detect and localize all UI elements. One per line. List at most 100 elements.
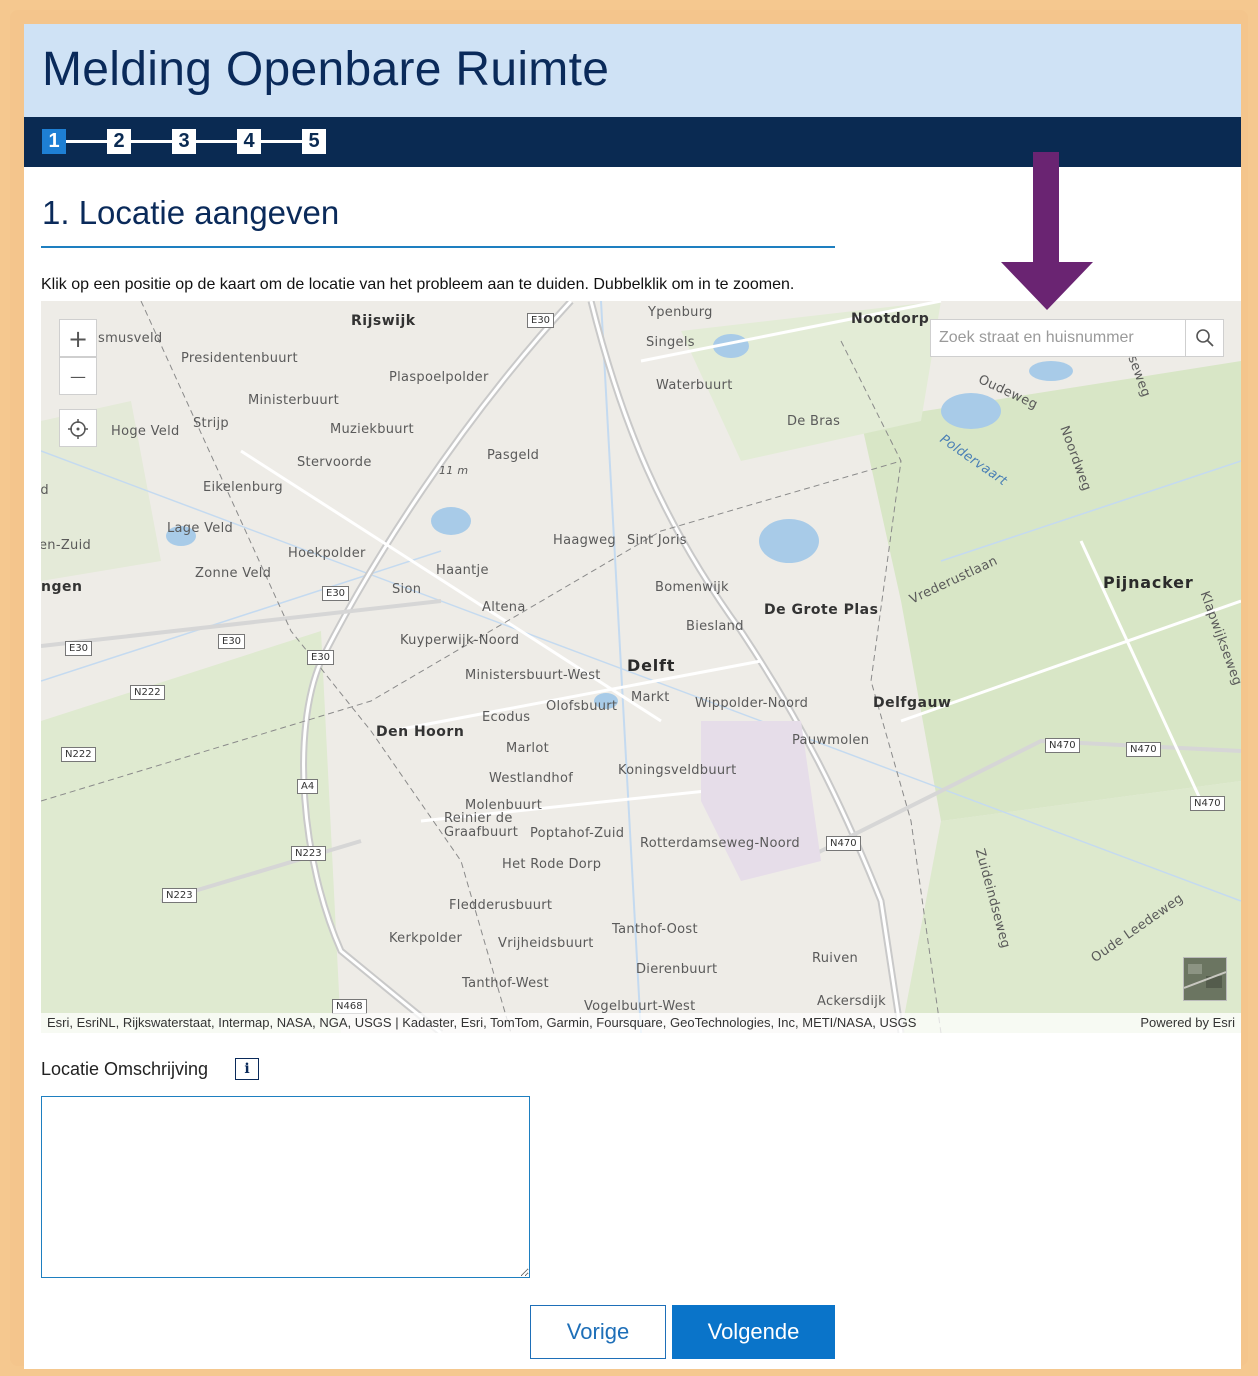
place-label: Pijnacker [1103,573,1194,592]
step-connector [196,140,238,143]
place-label: Haantje [436,563,489,578]
place-label: Reinier de [444,811,513,826]
page: Melding Openbare Ruimte 1 2 3 4 5 1. Loc… [24,24,1241,1369]
section-title: 1. Locatie aangeven [42,194,340,231]
place-label: Wippolder-Noord [695,696,809,711]
road-shield: N222 [130,685,165,700]
place-label: Delfgauw [873,695,952,711]
place-label: Muziekbuurt [330,422,414,437]
place-label: Stervoorde [297,455,372,470]
basemap-toggle[interactable] [1183,957,1227,1001]
place-label: Westlandhof [489,771,574,786]
place-label: Pauwmolen [792,733,870,748]
place-label: Fledderusbuurt [449,898,553,913]
place-label: Markt [631,690,670,705]
previous-button[interactable]: Vorige [530,1305,666,1359]
place-label: Altena [482,600,526,615]
place-label: Haagweg [553,533,616,548]
road-shield: N470 [1190,796,1225,811]
road-shield: E30 [307,650,335,665]
road-shield: N470 [1045,738,1080,753]
place-label: Ministersbuurt-West [465,668,601,683]
search-input[interactable] [931,320,1183,356]
road-shield: E30 [527,313,555,328]
map-attribution: Esri, EsriNL, Rijkswaterstaat, Intermap,… [41,1013,1241,1033]
place-label: Strijp [193,416,229,431]
zoom-out-button[interactable]: — [59,357,97,395]
section-divider [41,246,835,248]
pointer-arrow-icon [1001,152,1093,310]
place-label: Singels [646,335,695,350]
place-label: Het Rode Dorp [502,857,602,872]
road-shield: N468 [332,999,367,1014]
place-label: ngen [41,579,83,595]
road-shield: N470 [826,836,861,851]
address-search [930,319,1224,357]
search-icon [1196,329,1214,347]
place-label: Plaspoelpolder [389,370,489,385]
road-shield: E30 [322,586,350,601]
place-label: Ypenburg [648,305,713,320]
step-connector [261,140,303,143]
road-shield: E30 [218,634,246,649]
location-description-input[interactable] [41,1096,530,1278]
road-shield: N470 [1126,742,1161,757]
place-label: Hoekpolder [288,546,366,561]
map-instruction: Klik op een positie op de kaart om de lo… [41,276,795,293]
place-label: Lage Veld [167,521,234,536]
step-2: 2 [107,129,131,154]
elevation-label: 11 m [439,464,469,477]
place-label: De Grote Plas [764,602,879,618]
road-shield: N222 [61,747,96,762]
place-label: Zonne Veld [195,566,272,581]
place-label: Ackersdijk [817,994,886,1009]
powered-by-esri[interactable]: Powered by Esri [1140,1015,1235,1030]
header: Melding Openbare Ruimte [24,24,1241,117]
place-label-city: Delft [627,656,676,675]
step-1: 1 [42,129,66,154]
place-label: Kerkpolder [389,931,463,946]
search-button[interactable] [1185,320,1223,356]
place-label: Poptahof-Zuid [530,826,625,841]
place-label: Tanthof-Oost [612,922,698,937]
place-label: Nootdorp [851,311,930,327]
place-label: Presidentenbuurt [181,351,298,366]
step-5: 5 [302,129,326,154]
place-label: Dierenbuurt [636,962,718,977]
road-shield: N223 [291,846,326,861]
road-shield: N223 [162,888,197,903]
zoom-in-button[interactable]: + [59,319,97,357]
info-icon[interactable]: i [235,1058,259,1080]
place-label: Vrijheidsbuurt [498,936,594,951]
page-title: Melding Openbare Ruimte [42,43,610,96]
place-label: Rijswijk [351,313,416,329]
road-shield: A4 [297,779,319,794]
location-map[interactable]: Rijswijk Ypenburg Nootdorp smusveld Pres… [41,301,1241,1033]
step-4: 4 [237,129,261,154]
place-label: Den Hoorn [376,724,465,740]
place-label: smusveld [98,331,163,346]
place-label: Kuyperwijk-Noord [400,633,520,648]
place-label: Koningsveldbuurt [618,763,737,778]
place-label: Sint Joris [627,533,687,548]
next-button[interactable]: Volgende [672,1305,835,1359]
place-label: Tanthof-West [462,976,549,991]
place-label: Ministerbuurt [248,393,339,408]
step-connector [66,140,108,143]
attribution-text: Esri, EsriNL, Rijkswaterstaat, Intermap,… [47,1015,917,1030]
place-label: Waterbuurt [656,378,733,393]
place-label: Bomenwijk [655,580,729,595]
place-label: De Bras [787,414,841,429]
step-3: 3 [172,129,196,154]
place-label: Ecodus [482,710,531,725]
step-connector [131,140,173,143]
place-label: rd [41,483,49,498]
place-label: Rotterdamseweg-Noord [640,836,800,851]
place-label: Olofsbuurt [546,699,618,714]
place-label: Marlot [506,741,549,756]
location-description-label: Locatie Omschrijving [41,1059,209,1079]
place-label: en-Zuid [41,538,92,553]
road-shield: E30 [65,641,93,656]
place-label: Pasgeld [487,448,540,463]
locate-button[interactable] [59,409,97,447]
